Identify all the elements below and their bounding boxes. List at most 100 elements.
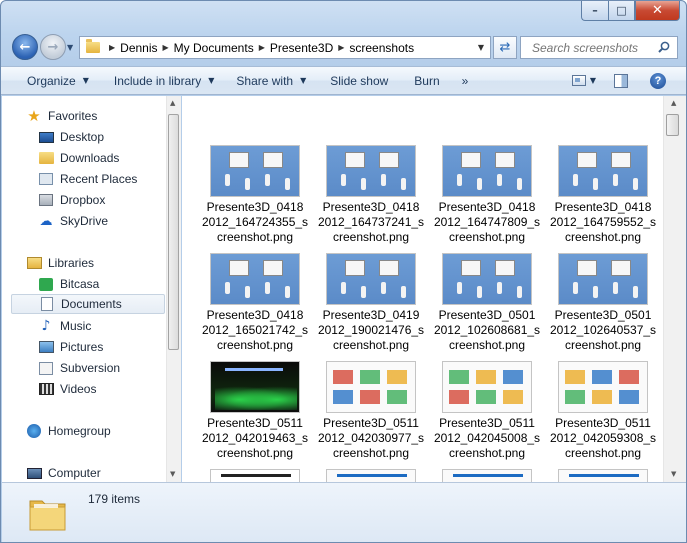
nav-label: Desktop: [60, 130, 105, 144]
file-thumbnail[interactable]: [326, 469, 416, 482]
desktop-icon: [38, 129, 54, 145]
nav-documents[interactable]: Documents: [11, 294, 165, 314]
close-button[interactable]: ✕: [635, 1, 680, 21]
file-item[interactable]: Presente3D_0511 2012_042019463_s creenshot…: [199, 361, 311, 461]
nav-music[interactable]: ♪ Music: [38, 316, 92, 336]
recent-pages-dropdown[interactable]: ▼: [67, 43, 73, 52]
file-item[interactable]: Presente3D_0511 2012_042059308_s creenshot…: [547, 361, 659, 461]
file-name-line: 2012_190021476_s: [317, 323, 425, 337]
nav-favorites[interactable]: ★ Favorites: [26, 106, 97, 126]
search-icon[interactable]: [658, 41, 670, 53]
file-name-line: creenshot.png: [564, 230, 642, 244]
breadcrumb-separator-icon[interactable]: ▶: [259, 43, 265, 52]
scroll-up-icon[interactable]: ▲: [170, 99, 175, 107]
more-commands-button[interactable]: »: [456, 67, 475, 94]
nav-downloads[interactable]: Downloads: [38, 148, 119, 168]
file-item[interactable]: Presente3D_0418 2012_164759552_s creenshot…: [547, 145, 659, 245]
nav-subversion[interactable]: Subversion: [38, 358, 120, 378]
slide-show-button[interactable]: Slide show: [324, 67, 394, 94]
share-with-menu[interactable]: Share with ▼: [230, 67, 312, 94]
breadcrumb-my-documents[interactable]: My Documents: [174, 41, 254, 55]
nav-skydrive[interactable]: ☁ SkyDrive: [38, 211, 109, 231]
file-name-line: 2012_164724355_s: [201, 215, 309, 229]
file-name: Presente3D_0511 2012_042059308_s creenshot…: [547, 416, 659, 461]
nav-desktop[interactable]: Desktop: [38, 127, 104, 147]
file-item[interactable]: Presente3D_0418 2012_164737241_s creenshot…: [315, 145, 427, 245]
nav-label: Recent Places: [60, 172, 138, 186]
nav-pictures[interactable]: Pictures: [38, 337, 103, 357]
file-item[interactable]: Presente3D_0418 2012_164747809_s creenshot…: [431, 145, 543, 245]
search-input[interactable]: [532, 40, 656, 55]
documents-icon: [39, 296, 55, 312]
file-name-line: Presente3D_0418: [206, 308, 304, 322]
address-bar[interactable]: ▶ Dennis ▶ My Documents ▶ Presente3D ▶ s…: [79, 36, 491, 59]
nav-videos[interactable]: Videos: [38, 379, 96, 399]
file-item[interactable]: Presente3D_0419 2012_190021476_s creenshot…: [315, 253, 427, 353]
file-name-line: creenshot.png: [216, 338, 294, 352]
forward-arrow-icon: →: [47, 39, 59, 55]
pictures-icon: [38, 339, 54, 355]
breadcrumb-screenshots[interactable]: screenshots: [349, 41, 414, 55]
nav-label: Computer: [48, 466, 101, 480]
file-name-line: 2012_042030977_s: [317, 431, 425, 445]
nav-computer[interactable]: Computer: [26, 463, 101, 482]
organize-menu[interactable]: Organize ▼: [21, 67, 95, 94]
forward-button[interactable]: →: [40, 34, 66, 60]
file-name-line: creenshot.png: [448, 446, 526, 460]
scroll-down-icon[interactable]: ▼: [170, 470, 175, 478]
scroll-down-icon[interactable]: ▼: [671, 470, 676, 478]
file-name-line: Presente3D_0501: [438, 308, 536, 322]
file-name-line: 2012_165021742_s: [201, 323, 309, 337]
breadcrumb-separator-icon[interactable]: ▶: [109, 43, 115, 52]
address-dropdown-icon[interactable]: ▼: [472, 37, 490, 58]
minimize-icon: –: [592, 4, 598, 17]
nav-homegroup[interactable]: Homegroup: [26, 421, 111, 441]
search-box[interactable]: [520, 36, 678, 59]
breadcrumb-dennis[interactable]: Dennis: [120, 41, 157, 55]
file-thumbnail[interactable]: [210, 469, 300, 482]
computer-icon: [26, 465, 42, 481]
file-name-line: 2012_102640537_s: [549, 323, 657, 337]
file-thumbnail: [442, 253, 532, 305]
nav-label: Favorites: [48, 109, 98, 123]
file-thumbnail[interactable]: [442, 469, 532, 482]
file-thumbnail[interactable]: [558, 469, 648, 482]
nav-recent-places[interactable]: Recent Places: [38, 169, 137, 189]
nav-label: Libraries: [48, 256, 95, 270]
minimize-button[interactable]: –: [581, 1, 608, 21]
explorer-window: – □ ✕ ← → ▼ ▶ Dennis ▶ My Documents ▶ Pr…: [0, 0, 687, 543]
file-item[interactable]: Presente3D_0511 2012_042045008_s creenshot…: [431, 361, 543, 461]
file-item[interactable]: Presente3D_0511 2012_042030977_s creenshot…: [315, 361, 427, 461]
nav-dropbox[interactable]: Dropbox: [38, 190, 105, 210]
maximize-button[interactable]: □: [608, 1, 635, 21]
refresh-button[interactable]: ⇄: [493, 36, 517, 59]
breadcrumb-presente3d[interactable]: Presente3D: [270, 41, 333, 55]
close-icon: ✕: [652, 3, 663, 18]
include-in-library-menu[interactable]: Include in library ▼: [108, 67, 221, 94]
file-item[interactable]: Presente3D_0418 2012_165021742_s creenshot…: [199, 253, 311, 353]
help-icon[interactable]: ?: [650, 72, 666, 89]
file-name-line: 2012_042019463_s: [201, 431, 309, 445]
file-item[interactable]: Presente3D_0501 2012_102608681_s creenshot…: [431, 253, 543, 353]
content-scrollbar[interactable]: ▲ ▼: [663, 96, 686, 482]
chevron-down-icon[interactable]: ▼: [590, 76, 596, 85]
preview-pane-icon[interactable]: [614, 73, 628, 88]
file-item[interactable]: Presente3D_0501 2012_102640537_s creenshot…: [547, 253, 659, 353]
breadcrumb-separator-icon[interactable]: ▶: [338, 43, 344, 52]
file-name-line: creenshot.png: [448, 230, 526, 244]
file-name: Presente3D_0418 2012_164759552_s creenshot…: [547, 200, 659, 245]
burn-button[interactable]: Burn: [408, 67, 445, 94]
nav-libraries[interactable]: Libraries: [26, 253, 94, 273]
chevron-down-icon: ▼: [82, 76, 89, 85]
file-item[interactable]: Presente3D_0418 2012_164724355_s creenshot…: [199, 145, 311, 245]
nav-label: Homegroup: [48, 424, 111, 438]
nav-scrollbar-thumb[interactable]: [168, 114, 179, 350]
scroll-up-icon[interactable]: ▲: [671, 99, 676, 107]
file-thumbnail: [326, 145, 416, 197]
back-button[interactable]: ←: [12, 34, 38, 60]
change-view-icon[interactable]: [571, 75, 586, 86]
content-scrollbar-thumb[interactable]: [666, 114, 679, 136]
file-thumbnail: [210, 361, 300, 413]
nav-bitcasa[interactable]: Bitcasa: [38, 274, 99, 294]
breadcrumb-separator-icon[interactable]: ▶: [163, 43, 169, 52]
